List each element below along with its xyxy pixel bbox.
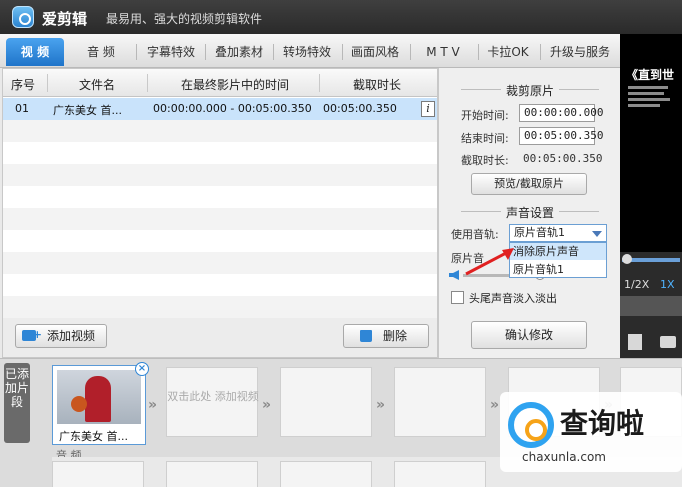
table-row[interactable]: 01 广东美女 首... 00:00:00.000 - 00:05:00.350… xyxy=(3,98,437,120)
empty-slot[interactable]: 双击此处 添加视频 xyxy=(166,367,259,437)
start-time-input[interactable]: 00:00:00.000 xyxy=(519,104,603,122)
control-strip xyxy=(620,296,682,316)
audio-slot[interactable] xyxy=(166,461,258,487)
add-video-icon xyxy=(22,324,42,346)
row-filename: 广东美女 首... xyxy=(53,104,122,117)
clip-actions: 添加视频 删除 xyxy=(2,318,438,358)
basketball-icon xyxy=(71,396,87,412)
tab-upgrade[interactable]: 升级与服务 xyxy=(542,38,618,66)
tab-mtv[interactable]: M T V xyxy=(412,38,474,66)
clip-thumbnail xyxy=(57,370,141,424)
option-mute-original[interactable]: 消除原片声音 xyxy=(510,243,606,260)
watermark-text: 查询啦 xyxy=(560,407,645,440)
audio-track-select[interactable]: 原片音轨1 xyxy=(509,224,607,242)
added-clips-tab[interactable]: 已添加片段 xyxy=(4,363,30,443)
timeline-clip[interactable]: 广东美女 首... × xyxy=(52,362,149,445)
row-index: 01 xyxy=(15,102,29,115)
tab-subtitle-effects[interactable]: 字幕特效 xyxy=(140,38,202,66)
track-selected-value: 原片音轨1 xyxy=(514,226,565,239)
track-label: 使用音轨: xyxy=(451,228,499,241)
info-icon[interactable]: i xyxy=(421,101,435,117)
tab-overlay[interactable]: 叠加素材 xyxy=(208,38,270,66)
seek-bar[interactable] xyxy=(622,254,680,264)
clip-table: 序号 文件名 在最终影片中的时间 截取时长 01 广东美女 首... 00:00… xyxy=(2,68,438,318)
audio-slot[interactable] xyxy=(52,461,144,487)
header-index: 序号 xyxy=(11,78,36,92)
chevron-down-icon xyxy=(592,231,602,237)
audio-track-dropdown: 消除原片声音 原片音轨1 xyxy=(509,242,607,278)
header-filename: 文件名 xyxy=(79,78,116,92)
add-video-label: 添加视频 xyxy=(46,329,95,343)
close-icon[interactable]: × xyxy=(135,362,149,376)
tab-karaoke[interactable]: 卡拉OK xyxy=(480,38,536,66)
title-bar: 爱剪辑 最易用、强大的视频剪辑软件 xyxy=(0,0,682,34)
preview-cut-button[interactable]: 预览/截取原片 xyxy=(471,173,587,195)
trim-title: 裁剪原片 xyxy=(505,84,554,98)
slot-hint: 双击此处 添加视频 xyxy=(167,390,259,403)
tab-video[interactable]: 视 频 xyxy=(6,38,64,66)
audio-slot[interactable] xyxy=(280,461,372,487)
row-duration: 00:05:00.350 xyxy=(323,102,397,115)
table-header: 序号 文件名 在最终影片中的时间 截取时长 xyxy=(3,69,437,97)
add-video-button[interactable]: 添加视频 xyxy=(15,324,107,348)
seek-knob[interactable] xyxy=(622,254,632,264)
fade-label: 头尾声音淡入淡出 xyxy=(469,292,557,305)
added-clips-label: 已添加片段 xyxy=(4,367,29,409)
watermark-url: chaxunla.com xyxy=(522,450,606,464)
chevron-right-icon: » xyxy=(490,397,500,413)
speed-1x-button[interactable]: 1X xyxy=(660,278,675,291)
tab-audio[interactable]: 音 频 xyxy=(70,38,132,66)
delete-button[interactable]: 删除 xyxy=(343,324,429,348)
red-arrow-icon xyxy=(465,248,514,276)
speed-half-button[interactable]: 1/2X xyxy=(624,278,649,291)
end-time-label: 结束时间: xyxy=(461,132,509,145)
app-slogan: 最易用、强大的视频剪辑软件 xyxy=(106,12,263,26)
start-time-label: 开始时间: xyxy=(461,109,509,122)
audio-settings-title: 声音设置 xyxy=(505,206,554,220)
tab-bar: 视 频 音 频 字幕特效 叠加素材 转场特效 画面风格 M T V 卡拉OK 升… xyxy=(0,34,620,68)
confirm-button[interactable]: 确认修改 xyxy=(471,321,587,349)
delete-label: 删除 xyxy=(382,329,407,343)
duration-label: 截取时长: xyxy=(461,154,509,167)
empty-slot[interactable] xyxy=(394,367,486,437)
duration-value: 00:05:00.350 xyxy=(523,152,603,165)
chevron-right-icon: » xyxy=(148,397,158,413)
tab-transitions[interactable]: 转场特效 xyxy=(276,38,338,66)
player-controls: 1/2X 1X xyxy=(620,252,682,358)
clip-name: 广东美女 首... xyxy=(59,430,128,443)
audio-slot[interactable] xyxy=(394,461,486,487)
option-original-track-1[interactable]: 原片音轨1 xyxy=(510,261,606,278)
app-title: 爱剪辑 xyxy=(42,10,88,28)
trash-icon xyxy=(360,330,372,342)
chevron-right-icon: » xyxy=(262,397,272,413)
folder-icon[interactable] xyxy=(660,336,676,348)
watermark: 查询啦 chaxunla.com xyxy=(500,392,682,472)
header-time-range: 在最终影片中的时间 xyxy=(181,78,290,92)
fade-checkbox[interactable] xyxy=(451,291,464,304)
empty-slot[interactable] xyxy=(280,367,372,437)
new-project-icon[interactable] xyxy=(628,334,642,350)
row-time-range: 00:00:00.000 - 00:05:00.350 xyxy=(153,102,312,115)
search-logo-icon xyxy=(508,402,554,448)
end-time-input[interactable]: 00:05:00.350 xyxy=(519,127,603,145)
tab-styles[interactable]: 画面风格 xyxy=(344,38,406,66)
preview-title: 《直到世 xyxy=(626,68,675,82)
video-preview: 《直到世 xyxy=(620,34,682,252)
settings-panel: 裁剪原片 开始时间: 00:00:00.000 结束时间: 00:05:00.3… xyxy=(438,68,620,358)
chevron-right-icon: » xyxy=(376,397,386,413)
player-figure xyxy=(85,376,111,422)
app-logo-icon xyxy=(12,6,34,28)
header-duration: 截取时长 xyxy=(353,78,402,92)
speaker-icon xyxy=(449,270,459,280)
